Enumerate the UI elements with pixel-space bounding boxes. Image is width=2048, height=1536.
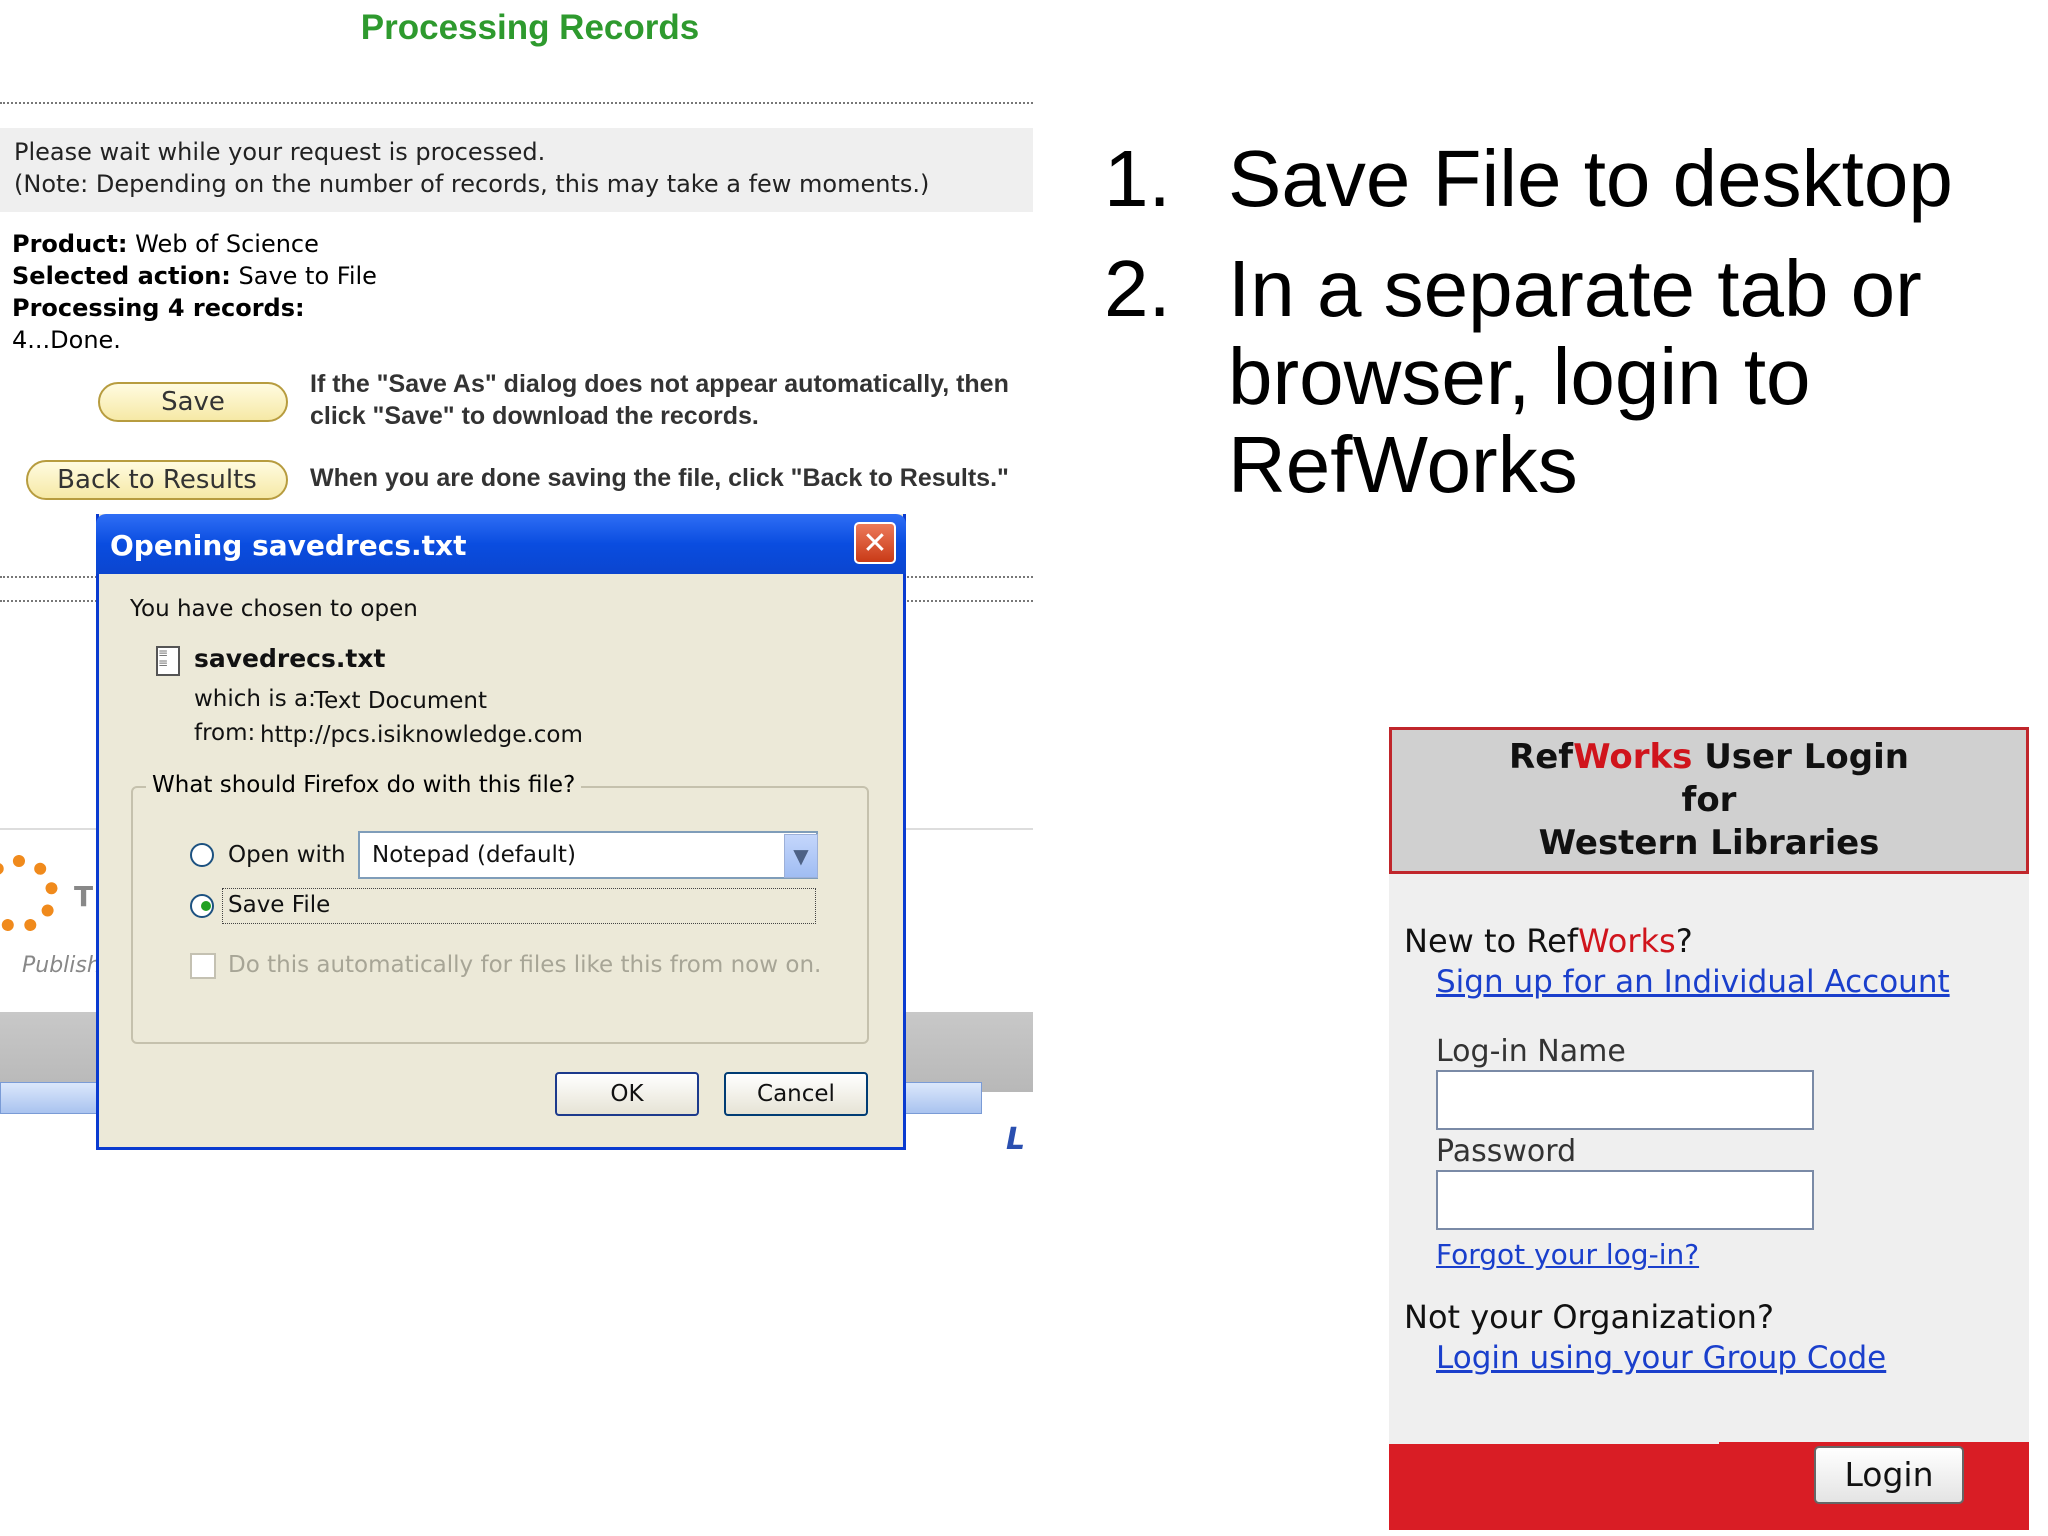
back-help-text: When you are done saving the file, click… [310, 464, 1009, 492]
action-row: Selected action: Save to File [12, 262, 377, 290]
new-works: Works [1578, 922, 1676, 960]
new-to-refworks: New to RefWorks? [1404, 922, 1693, 960]
cancel-button[interactable]: Cancel [724, 1072, 868, 1116]
save-help-text: If the "Save As" dialog does not appear … [310, 370, 1009, 430]
wait-note: (Note: Depending on the number of record… [14, 170, 930, 198]
header-ref: Ref [1509, 737, 1574, 777]
file-source-value: http://pcs.isiknowledge.com [260, 722, 583, 748]
thomson-logo-icon [0, 855, 58, 933]
header-organization: Western Libraries [1538, 823, 1880, 863]
password-input[interactable] [1436, 1170, 1814, 1230]
file-source-label: from: [194, 720, 256, 746]
step-1-text: Save File to desktop [1228, 134, 1953, 223]
open-with-app: Notepad (default) [372, 842, 576, 868]
signup-link[interactable]: Sign up for an Individual Account [1436, 964, 1950, 1000]
wait-message: Please wait while your request is proces… [14, 138, 546, 166]
password-label: Password [1436, 1134, 1577, 1169]
step-2-line3: RefWorks [1228, 420, 1578, 509]
forgot-login-link[interactable]: Forgot your log-in? [1436, 1238, 1699, 1271]
refworks-header-title: RefWorks User Login [1389, 737, 2029, 777]
save-button[interactable]: Save [98, 382, 288, 422]
header-works: Works [1573, 737, 1693, 777]
dialog-title: Opening savedrecs.txt [110, 529, 467, 562]
radio-selected-indicator [201, 901, 211, 911]
open-with-radio[interactable] [190, 843, 214, 867]
processing-label: Processing 4 records: [12, 294, 305, 322]
progress-status: 4...Done. [12, 326, 121, 354]
chosen-text: You have chosen to open [130, 596, 418, 622]
status-icon: L [1006, 1122, 1026, 1157]
product-row: Product: Web of Science [12, 230, 319, 258]
auto-checkbox[interactable] [190, 953, 216, 979]
product-value: Web of Science [135, 230, 319, 258]
auto-checkbox-label: Do this automatically for files like thi… [228, 952, 822, 978]
save-file-label[interactable]: Save File [228, 892, 330, 918]
divider [0, 102, 1033, 104]
file-type-label: which is a: [194, 686, 316, 712]
step-1-number: 1. [1104, 134, 1171, 223]
back-to-results-button[interactable]: Back to Results [26, 460, 288, 500]
step-2-line2: browser, login to [1228, 332, 1811, 421]
processing-row: Processing 4 records: [12, 294, 305, 322]
product-label: Product: [12, 230, 128, 258]
logo-text: T [74, 880, 94, 913]
page-title: Processing Records [360, 8, 700, 47]
file-type-value: Text Document [314, 688, 487, 714]
groupbox-label: What should Firefox do with this file? [146, 772, 582, 798]
new-question: ? [1675, 922, 1693, 960]
new-to-ref: New to Ref [1404, 922, 1579, 960]
step-2-line1: In a separate tab or [1228, 244, 1922, 333]
action-label: Selected action: [12, 262, 231, 290]
not-your-organization: Not your Organization? [1404, 1298, 1774, 1336]
header-for: for [1681, 780, 1737, 820]
header-rest: User Login [1692, 737, 1909, 777]
file-name: savedrecs.txt [194, 644, 386, 673]
login-name-input[interactable] [1436, 1070, 1814, 1130]
login-button[interactable]: Login [1814, 1446, 1964, 1504]
action-value: Save to File [238, 262, 377, 290]
chevron-down-icon[interactable]: ▼ [784, 834, 818, 878]
text-file-icon: ≡ ≡ [156, 646, 180, 676]
group-code-link[interactable]: Login using your Group Code [1436, 1340, 1886, 1376]
login-name-label: Log-in Name [1436, 1034, 1626, 1069]
ok-button[interactable]: OK [555, 1072, 699, 1116]
close-icon[interactable]: ✕ [854, 522, 896, 564]
footer-notch [1389, 1420, 1719, 1444]
open-with-label[interactable]: Open with [228, 842, 346, 868]
publish-text: Publish [22, 953, 101, 978]
step-2-number: 2. [1104, 244, 1171, 333]
